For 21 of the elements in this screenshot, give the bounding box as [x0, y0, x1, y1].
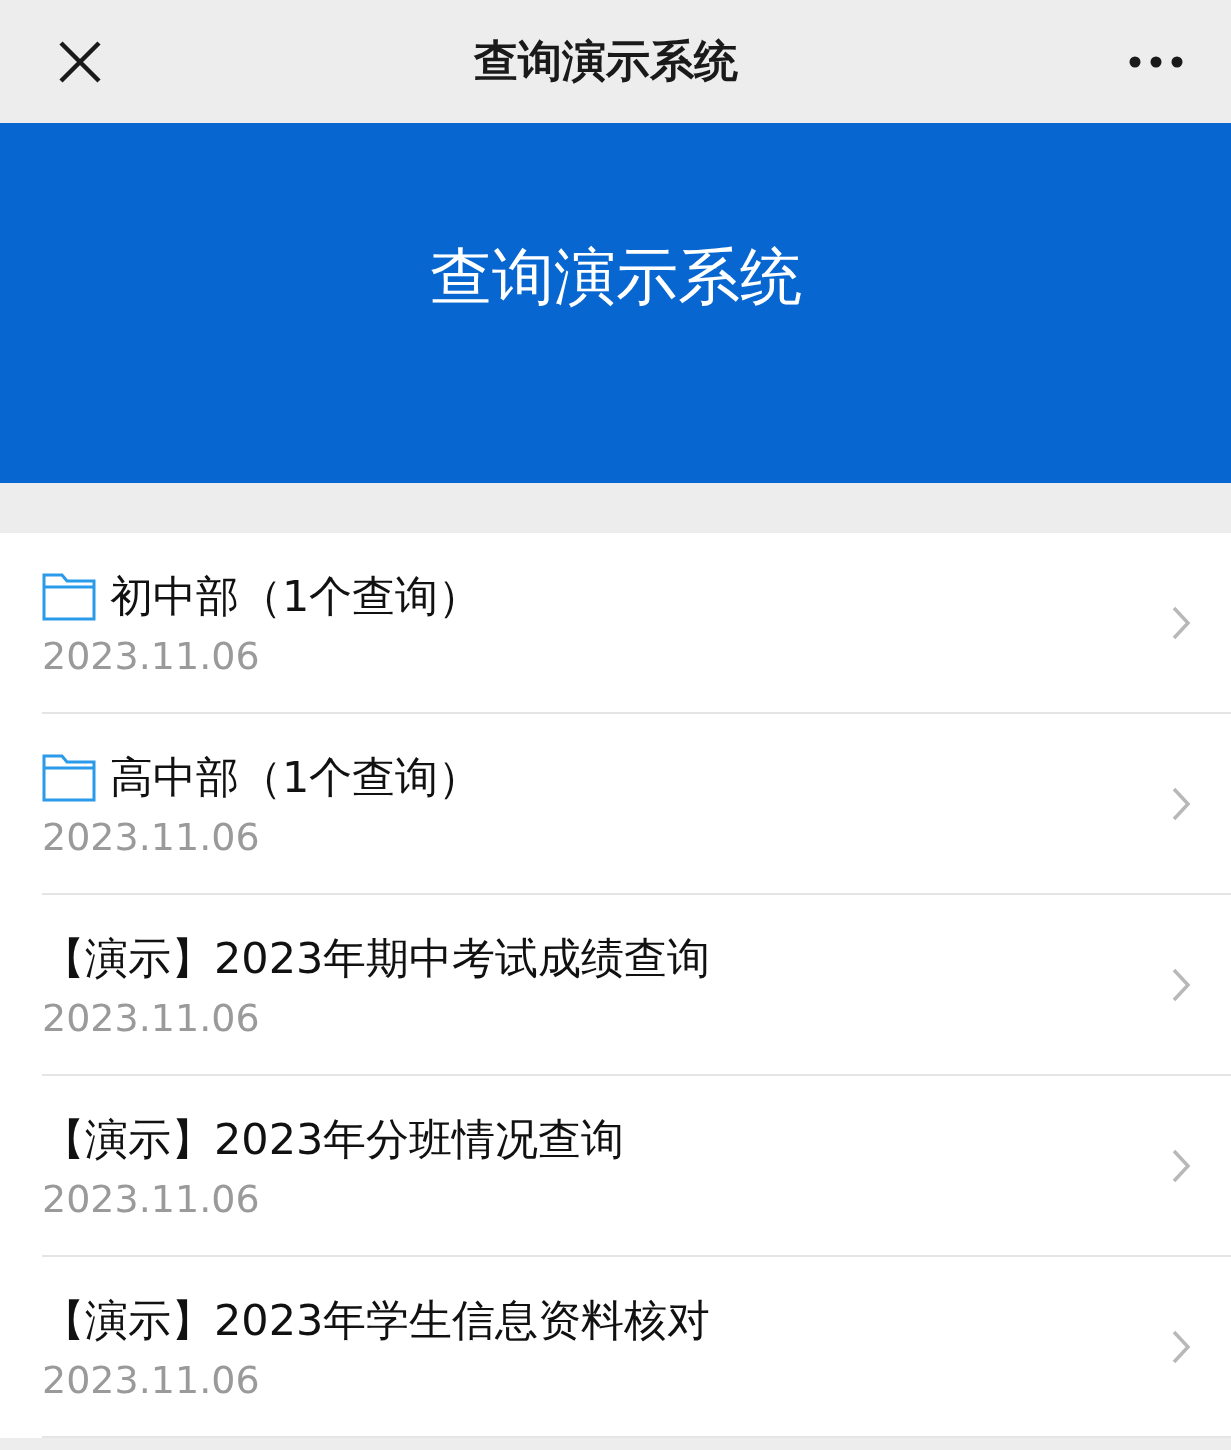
- chevron-icon[interactable]: [1171, 966, 1191, 1003]
- banner-title: 查询演示系统: [429, 239, 802, 315]
- chevron-icon[interactable]: [1171, 1147, 1191, 1184]
- item-date: 2023.11.06: [42, 995, 261, 1040]
- chevron-icon[interactable]: [1171, 785, 1191, 822]
- chevron-icon[interactable]: [1171, 1328, 1191, 1365]
- item-title[interactable]: 【演示】2023年分班情况查询: [42, 1110, 625, 1169]
- chevron-icon[interactable]: [1171, 604, 1191, 641]
- item-date: 2023.11.06: [42, 814, 261, 859]
- item-title[interactable]: 【演示】2023年学生信息资料核对: [42, 1291, 711, 1350]
- item-date: 2023.11.06: [42, 1176, 261, 1221]
- item-date: 2023.11.06: [42, 633, 261, 678]
- folder-icon: [42, 572, 96, 621]
- item-title[interactable]: 【演示】2023年期中考试成绩查询: [42, 929, 711, 988]
- more-icon[interactable]: [1129, 55, 1183, 68]
- item-title[interactable]: 高中部（1个查询）: [110, 748, 482, 807]
- item-date: 2023.11.06: [42, 1357, 261, 1402]
- item-title[interactable]: 初中部（1个查询）: [110, 567, 482, 626]
- folder-icon: [42, 753, 96, 802]
- window-title: 查询演示系统: [473, 34, 738, 88]
- close-icon[interactable]: [58, 39, 102, 84]
